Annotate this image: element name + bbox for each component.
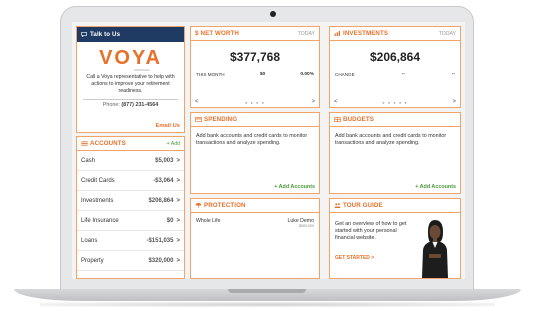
talk-to-us-panel: Talk to Us VOYA FINANCIAL Call a Voya re… xyxy=(76,26,185,133)
account-label: Loans xyxy=(81,237,98,244)
laptop-shadow xyxy=(40,302,495,307)
investments-period: TODAY xyxy=(438,30,456,37)
account-row[interactable]: Cash $5,003 > xyxy=(77,151,184,171)
account-value: $5,003 xyxy=(155,157,174,164)
grid-icon xyxy=(334,117,341,122)
talk-title: Talk to Us xyxy=(90,31,121,38)
chevron-right-icon: > xyxy=(176,197,180,204)
add-accounts-link[interactable]: + Add Accounts xyxy=(274,184,315,190)
tour-text: Get an overview of how to get started wi… xyxy=(335,221,407,241)
get-started-link[interactable]: GET STARTED > xyxy=(335,255,374,261)
investments-title: INVESTMENTS xyxy=(343,30,389,37)
chevron-right-icon: > xyxy=(176,157,180,164)
budgets-title: BUDGETS xyxy=(343,116,374,123)
talk-header: Talk to Us xyxy=(77,27,184,42)
add-account-button[interactable]: + Add xyxy=(167,141,180,147)
net-worth-title: NET WORTH xyxy=(200,30,239,37)
investments-row-label: CHANGE xyxy=(335,72,355,77)
budgets-text: Add bank accounts and credit cards to mo… xyxy=(335,133,447,146)
chat-icon xyxy=(81,32,87,37)
account-row[interactable]: Property $320,000 > xyxy=(77,251,184,271)
spending-text: Add bank accounts and credit cards to mo… xyxy=(196,133,308,146)
account-value: $320,000 xyxy=(148,257,174,264)
next-arrow-icon[interactable]: > xyxy=(452,99,456,105)
protection-title: PROTECTION xyxy=(204,202,246,209)
net-worth-change-row: THIS MONTH $0 0.00% xyxy=(191,72,319,77)
prev-arrow-icon[interactable]: < xyxy=(195,99,199,105)
investments-change-row: CHANGE -- -- xyxy=(330,72,460,77)
investments-panel: INVESTMENTS TODAY $206,864 CHANGE -- -- … xyxy=(329,26,461,108)
pager-dots[interactable]: ● ● ● ● xyxy=(245,100,265,105)
protection-panel: PROTECTION Whole Life Luke Demo $500,000 xyxy=(190,198,320,279)
prev-arrow-icon[interactable]: < xyxy=(334,99,338,105)
chevron-right-icon: > xyxy=(176,257,180,264)
add-accounts-link[interactable]: + Add Accounts xyxy=(415,184,456,190)
phone-line: Phone: (877) 231-4564 xyxy=(77,102,184,108)
accounts-title: ACCOUNTS xyxy=(90,140,126,147)
chevron-right-icon: > xyxy=(176,177,180,184)
phone-number[interactable]: (877) 231-4564 xyxy=(121,102,158,108)
accounts-panel: ACCOUNTS + Add Cash $5,003 > Credit Cards… xyxy=(76,136,185,279)
account-value: -$3,064 xyxy=(153,177,174,184)
umbrella-icon xyxy=(195,203,202,208)
laptop-notch xyxy=(228,289,306,293)
next-arrow-icon[interactable]: > xyxy=(311,99,315,105)
spending-title: SPENDING xyxy=(204,116,238,123)
phone-label: Phone: xyxy=(102,102,120,108)
dollar-icon: $ xyxy=(195,30,199,37)
net-worth-panel: $ NET WORTH TODAY $377,768 THIS MONTH $0… xyxy=(190,26,320,108)
tour-guide-title: TOUR GUIDE xyxy=(343,202,383,209)
account-label: Cash xyxy=(81,157,96,164)
account-label: Property xyxy=(81,257,104,264)
account-value: $206,864 xyxy=(148,197,174,204)
net-worth-row-amount: $0 xyxy=(259,72,266,77)
protection-row[interactable]: Whole Life Luke Demo $500,000 xyxy=(191,213,319,228)
account-label: Life Insurance xyxy=(81,217,119,224)
credit-card-icon xyxy=(195,117,202,122)
budgets-panel: BUDGETS Add bank accounts and credit car… xyxy=(329,112,461,194)
account-label: Credit Cards xyxy=(81,177,115,184)
account-label: Investments xyxy=(81,197,114,204)
investments-row-amount: -- xyxy=(401,72,405,77)
net-worth-row-label: THIS MONTH xyxy=(196,72,225,77)
camera-icon xyxy=(270,11,276,17)
chevron-right-icon: > xyxy=(176,217,180,224)
account-row[interactable]: Investments $206,864 > xyxy=(77,191,184,211)
investments-value: $206,864 xyxy=(369,50,421,64)
divider xyxy=(83,99,178,100)
guide-person-image xyxy=(422,220,448,278)
list-icon xyxy=(81,141,88,146)
bar-chart-icon xyxy=(334,31,340,36)
net-worth-period: TODAY xyxy=(297,30,315,37)
tour-guide-panel: TOUR GUIDE Get an overview of how to get… xyxy=(329,198,461,279)
voya-logo: VOYA xyxy=(99,47,162,69)
net-worth-value: $377,768 xyxy=(229,50,281,64)
dashboard-screen: Talk to Us VOYA FINANCIAL Call a Voya re… xyxy=(72,22,465,279)
people-icon xyxy=(334,203,341,208)
policy-type: Whole Life xyxy=(196,218,221,224)
policy-amount: $500,000 xyxy=(299,224,314,228)
chevron-right-icon: > xyxy=(176,237,180,244)
talk-description: Call a Voya representative to help with … xyxy=(86,74,175,94)
investments-row-pct: -- xyxy=(451,72,455,77)
account-row[interactable]: Life Insurance $0 > xyxy=(77,211,184,231)
account-value: $0 xyxy=(166,217,174,224)
email-us-link[interactable]: Email Us xyxy=(156,123,181,129)
account-row[interactable]: Credit Cards -$3,064 > xyxy=(77,171,184,191)
account-value: -$151,035 xyxy=(146,237,174,244)
pager-dots[interactable]: ● ● ● ● ● xyxy=(382,100,408,105)
spending-panel: SPENDING Add bank accounts and credit ca… xyxy=(190,112,320,194)
net-worth-row-pct: 0.00% xyxy=(300,72,314,77)
account-row[interactable]: Loans -$151,035 > xyxy=(77,231,184,251)
